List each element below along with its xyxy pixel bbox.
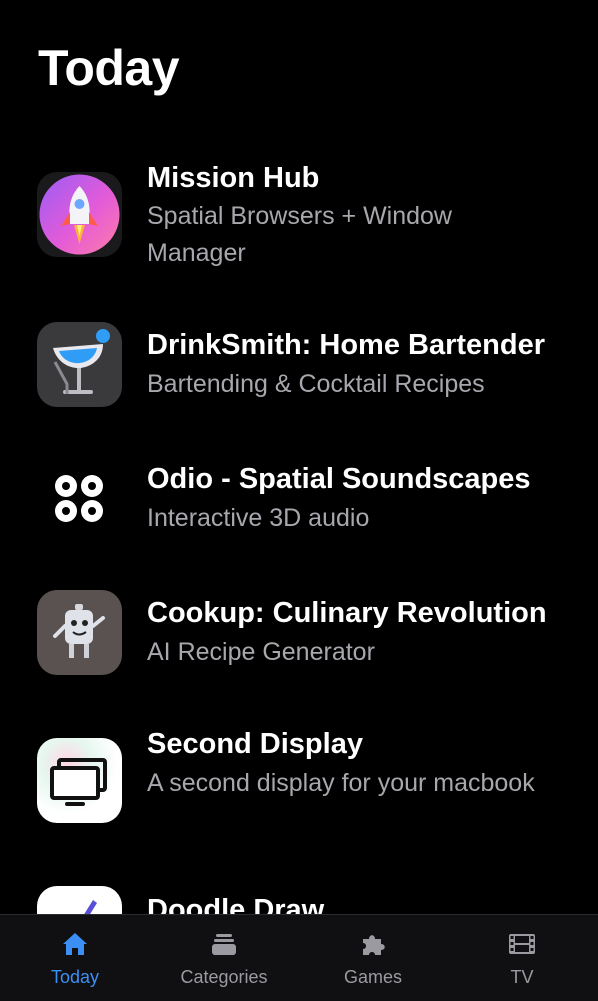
tab-label: Games: [343, 967, 403, 987]
app-name: Mission Hub: [147, 162, 320, 194]
app-name: Second Display: [147, 728, 363, 760]
tab-games[interactable]: Games: [298, 915, 448, 1001]
tab-bar: Today Categories Games TV: [0, 914, 598, 1001]
app-name: DrinkSmith: Home Bartender: [147, 329, 546, 361]
app-subtitle: AI Recipe Generator: [147, 638, 375, 666]
tab-label: TV: [510, 967, 534, 987]
dual-monitor-icon[interactable]: [37, 738, 122, 823]
app-subtitle: A second display for your macbook: [147, 769, 535, 797]
four-dots-icon[interactable]: [37, 456, 122, 541]
tab-tv[interactable]: TV: [447, 915, 597, 1001]
app-subtitle: Spatial Browsers + Window Manager: [147, 202, 452, 267]
house-icon: [63, 933, 87, 955]
cocktail-glass-icon[interactable]: [37, 322, 122, 407]
film-icon: [509, 934, 535, 954]
puzzle-icon: [363, 935, 385, 955]
app-subtitle: Interactive 3D audio: [147, 504, 370, 532]
robot-chef-icon[interactable]: [37, 590, 122, 675]
tab-categories[interactable]: Categories: [149, 915, 299, 1001]
app-subtitle: Bartending & Cocktail Recipes: [147, 370, 485, 398]
rocket-icon[interactable]: [37, 172, 122, 257]
stack-icon: [212, 934, 236, 955]
page-title: Today: [38, 40, 180, 96]
app-name: Cookup: Culinary Revolution: [147, 597, 547, 629]
app-name: Odio - Spatial Soundscapes: [147, 463, 531, 495]
tab-label: Categories: [180, 967, 268, 987]
tab-label: Today: [50, 967, 100, 987]
tab-today[interactable]: Today: [0, 915, 150, 1001]
